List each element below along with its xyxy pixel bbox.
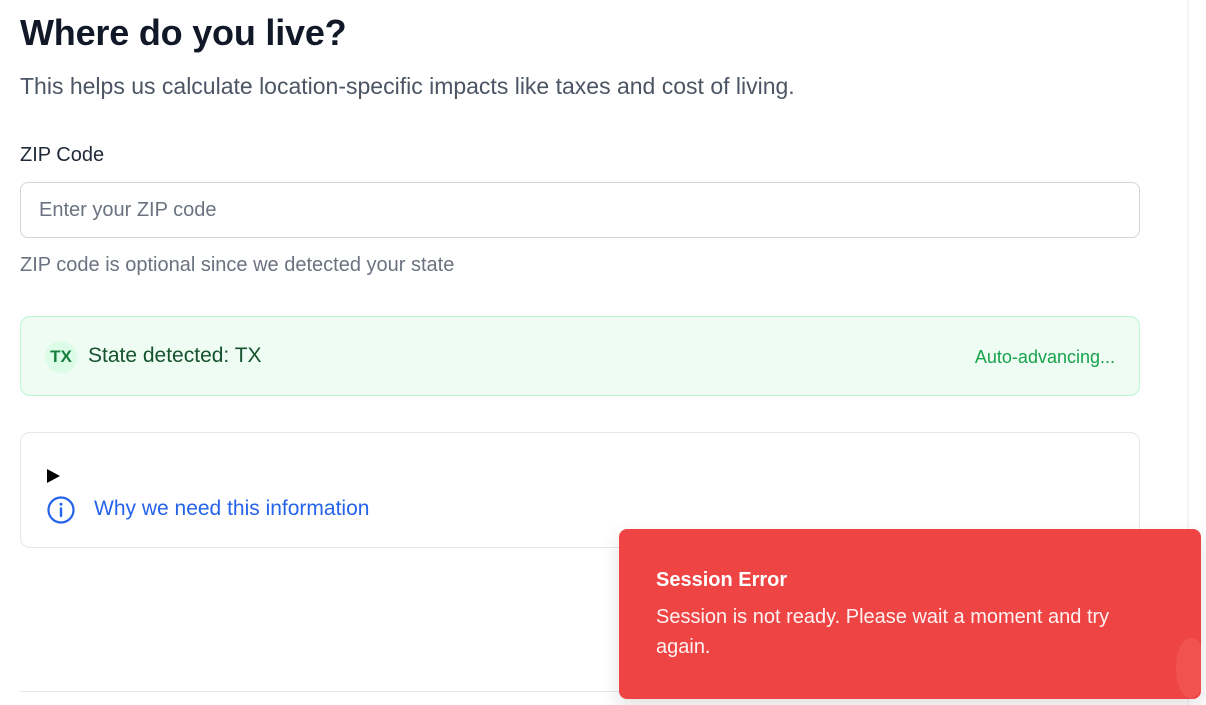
zip-code-label: ZIP Code	[20, 144, 105, 166]
auto-advancing-status: Auto-advancing...	[974, 347, 1115, 367]
page-title: Where do you live?	[20, 12, 347, 53]
why-we-need-info-link[interactable]: Why we need this information	[94, 495, 369, 523]
toast-message: Session is not ready. Please wait a mome…	[656, 606, 1110, 658]
state-detected-text: State detected: TX	[88, 344, 262, 367]
zip-code-input[interactable]	[20, 182, 1140, 238]
page-subtitle: This helps us calculate location-specifi…	[20, 73, 795, 99]
toast-corner-shadow	[1176, 638, 1206, 698]
toast-title: Session Error	[656, 569, 788, 591]
info-circle-icon	[47, 496, 75, 524]
session-error-toast[interactable]: Session Error Session is not ready. Plea…	[619, 529, 1201, 699]
play-triangle-icon[interactable]	[47, 469, 60, 483]
zip-helper-text: ZIP code is optional since we detected y…	[20, 254, 455, 276]
state-detected-banner: TX State detected: TX Auto-advancing...	[20, 316, 1140, 396]
page: Where do you live? This helps us calcula…	[0, 0, 1206, 705]
state-badge: TX	[45, 341, 77, 373]
